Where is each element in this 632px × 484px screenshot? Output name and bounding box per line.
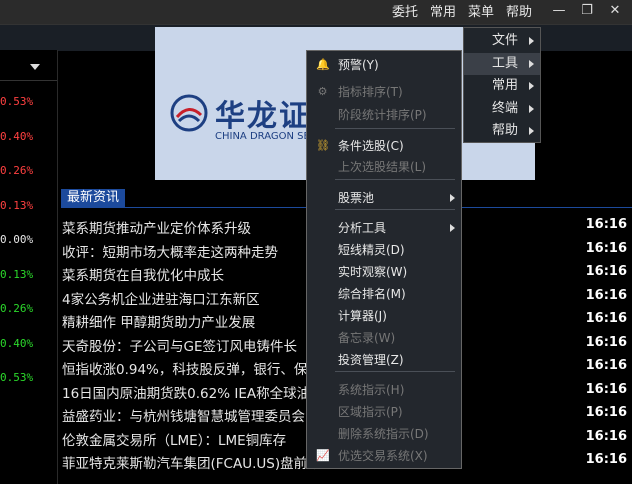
left-percent-column: 0.53% 0.40% 0.26% 0.13% 0.00% 0.13% 0.26% 0.40%… <box>0 50 58 484</box>
menu-separator <box>335 128 455 129</box>
submenu-item: 系统指示(H) <box>307 380 461 400</box>
binoculars-icon: ⛓ <box>316 139 330 152</box>
submenu-item-label: 计算器(J) <box>338 309 387 323</box>
news-time: 16:16 <box>585 452 627 467</box>
news-time: 16:16 <box>585 358 627 373</box>
menu-separator <box>335 371 455 372</box>
percent-label: 0.40% <box>0 336 34 350</box>
chevron-down-icon[interactable] <box>30 64 40 70</box>
submenu-item-label: 股票池 <box>338 191 375 205</box>
chevron-right-icon <box>450 194 455 202</box>
news-time: 16:16 <box>585 287 627 303</box>
chevron-right-icon <box>529 104 534 113</box>
bell-icon: 🔔 <box>316 58 330 71</box>
submenu-item: 备忘录(W) <box>307 328 461 348</box>
dropdown-item-label: 常用 <box>491 78 518 93</box>
submenu-item-label: 预警(Y) <box>338 58 379 72</box>
dropdown-item-label: 终端 <box>491 100 518 116</box>
submenu-item-label: 上次选股结果(L) <box>338 160 427 174</box>
dropdown-item[interactable]: 文件 <box>464 30 540 52</box>
percent-label: 0.00% <box>0 233 34 246</box>
submenu-item: 上次选股结果(L) <box>307 157 461 177</box>
submenu-item[interactable]: 实时观察(W) <box>307 262 461 282</box>
menu-separator <box>335 209 455 210</box>
menu-separator <box>335 179 455 180</box>
submenu-item-label: 备忘录(W) <box>338 331 396 345</box>
tab-latest-news[interactable]: 最新资讯 <box>61 189 126 207</box>
news-time: 16:16 <box>585 334 627 350</box>
percent-label: 0.40% <box>0 129 34 143</box>
submenu-item-label: 短线精灵(D) <box>338 243 405 257</box>
submenu-item-label: 分析工具 <box>338 221 387 235</box>
submenu-item[interactable]: 投资管理(Z) <box>307 350 461 370</box>
percent-label: 0.26% <box>0 164 34 177</box>
submenu-item-label: 实时观察(W) <box>338 265 408 279</box>
chevron-right-icon <box>529 59 534 68</box>
percent-label: 0.26% <box>0 302 34 315</box>
dropdown-item[interactable]: 常用 <box>464 75 540 97</box>
menu-caidan[interactable]: 菜单 <box>462 0 500 24</box>
dropdown-item-label: 帮助 <box>491 123 518 138</box>
news-time: 16:16 <box>585 217 627 232</box>
submenu-item-label: 系统指示(H) <box>338 383 405 397</box>
submenu-item[interactable]: 综合排名(M) <box>307 284 461 304</box>
submenu-item[interactable]: 短线精灵(D) <box>307 240 461 260</box>
submenu-item-label: 阶段统计排序(P) <box>338 108 427 122</box>
tools-submenu: 🔔 预警(Y) ⚙ 指标排序(T) 阶段统计排序(P) ⛓ 条件选股(C) 上次选股结果(L)… <box>306 50 462 469</box>
minimize-button[interactable]: — <box>548 2 570 20</box>
dropdown-item[interactable]: 终端 <box>464 98 540 120</box>
main-menu-dropdown: 文件工具常用终端帮助 <box>463 27 541 143</box>
dropdown-item[interactable]: 工具 <box>464 52 540 75</box>
submenu-item-label: 指标排序(T) <box>338 85 403 99</box>
submenu-item[interactable]: 分析工具 <box>307 218 461 238</box>
chevron-right-icon <box>529 37 534 45</box>
submenu-item: ⚙ 指标排序(T) <box>307 82 461 102</box>
submenu-item[interactable]: 计算器(J) <box>307 306 461 326</box>
submenu-item: 删除系统指示(D) <box>307 424 461 444</box>
dropdown-item[interactable]: 帮助 <box>464 120 540 142</box>
submenu-item-label: 条件选股(C) <box>338 139 404 153</box>
restore-button[interactable]: ❐ <box>576 2 598 20</box>
chevron-right-icon <box>529 127 534 135</box>
sort-icon: ⚙ <box>317 85 328 98</box>
news-time: 16:16 <box>585 428 627 444</box>
submenu-item: 阶段统计排序(P) <box>307 105 461 125</box>
news-time: 16:16 <box>585 381 627 397</box>
submenu-item-label: 删除系统指示(D) <box>338 427 429 441</box>
submenu-item[interactable]: 股票池 <box>307 188 461 208</box>
submenu-item-label: 综合排名(M) <box>338 287 406 301</box>
submenu-item[interactable]: 🔔 预警(Y) <box>307 55 461 75</box>
top-menu-bar: 委托 常用 菜单 帮助 <box>386 0 538 24</box>
menu-weituo[interactable]: 委托 <box>386 0 424 24</box>
broker-name: 华龙证 <box>215 99 311 134</box>
menu-changyong[interactable]: 常用 <box>424 0 462 24</box>
chevron-right-icon <box>529 82 534 90</box>
chart-icon: 📈 <box>316 449 330 462</box>
submenu-item: 区域指示(P) <box>307 402 461 422</box>
percent-label: 0.13% <box>0 267 34 281</box>
submenu-item: 📈 优选交易系统(X) <box>307 446 461 466</box>
submenu-item[interactable]: ⛓ 条件选股(C) <box>307 136 461 156</box>
title-bar: 委托 常用 菜单 帮助 — ❐ ✕ <box>0 0 632 24</box>
percent-label: 0.13% <box>0 198 34 212</box>
submenu-item-label: 投资管理(Z) <box>338 353 404 367</box>
left-column-header <box>0 50 57 81</box>
percent-label: 0.53% <box>0 95 34 108</box>
dropdown-item-label: 工具 <box>491 55 518 71</box>
menu-bangzhu[interactable]: 帮助 <box>500 0 538 24</box>
close-button[interactable]: ✕ <box>604 2 626 20</box>
submenu-item-label: 优选交易系统(X) <box>338 449 428 463</box>
news-time: 16:16 <box>585 240 627 256</box>
news-time: 16:16 <box>585 405 627 420</box>
dropdown-item-label: 文件 <box>491 33 518 48</box>
news-time: 16:16 <box>585 311 627 326</box>
chevron-right-icon <box>450 224 455 232</box>
broker-logo-icon <box>170 94 208 132</box>
news-time: 16:16 <box>585 264 627 279</box>
submenu-item-label: 区域指示(P) <box>338 405 403 419</box>
percent-label: 0.53% <box>0 371 34 384</box>
